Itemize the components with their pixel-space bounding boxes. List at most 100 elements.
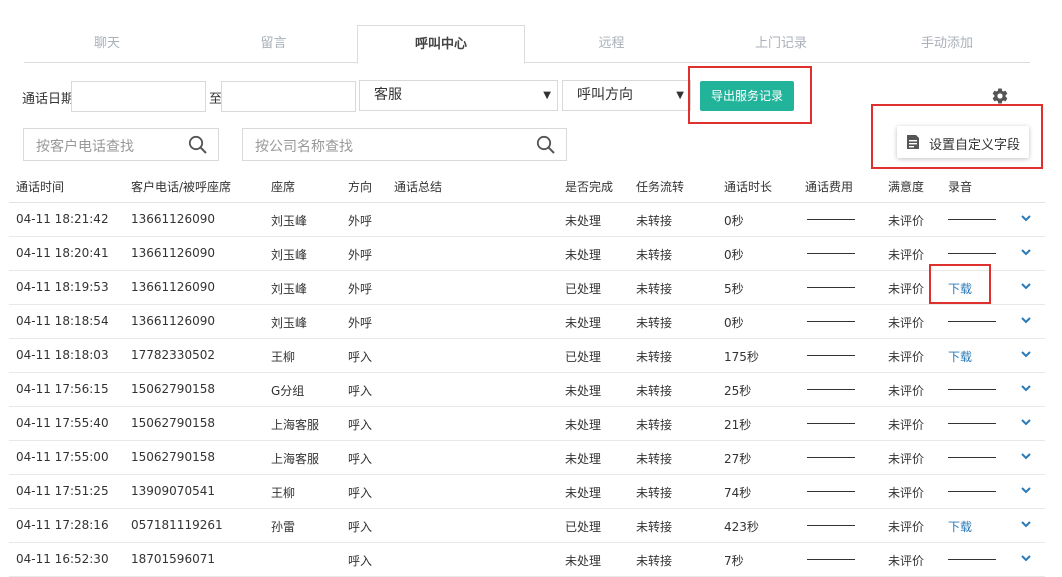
cell-direction: 呼入 [348, 452, 373, 466]
tab-label: 远程 [598, 36, 625, 51]
date-start-input[interactable] [71, 81, 206, 112]
cell-recording-empty [948, 321, 996, 322]
cell-rating: 未评价 [888, 384, 925, 398]
cell-cost-empty [807, 457, 855, 458]
column-header: 通话总结 [394, 180, 443, 194]
tab-manual-add[interactable]: 手动添加 [864, 25, 1030, 63]
cell-cost-empty [807, 525, 855, 526]
chevron-down-icon[interactable] [1020, 518, 1032, 530]
cell-phone: 18701596071 [131, 552, 215, 566]
table-row[interactable]: 04-11 17:28:16 057181119261 孙雷 呼入 已处理 未转接 423秒… [9, 509, 1045, 543]
cell-done: 未处理 [565, 418, 602, 432]
chevron-down-icon[interactable] [1020, 416, 1032, 428]
cell-duration: 0秒 [724, 316, 744, 330]
cell-transfer: 未转接 [636, 350, 673, 364]
search-icon[interactable] [536, 135, 556, 155]
table-row[interactable]: 04-11 18:20:41 13661126090 刘玉峰 外呼 未处理 未转接 0秒 未评… [9, 237, 1045, 271]
cell-agent: 刘玉峰 [271, 214, 308, 228]
direction-select[interactable]: 呼叫方向 ▼ [562, 80, 691, 111]
chevron-down-icon[interactable] [1020, 382, 1032, 394]
cell-done: 未处理 [565, 214, 602, 228]
cell-duration: 27秒 [724, 452, 752, 466]
search-placeholder: 按客户电话查找 [36, 139, 134, 155]
table-row[interactable]: 04-11 18:18:03 17782330502 王柳 呼入 已处理 未转接 175秒 未… [9, 339, 1045, 373]
cell-phone: 13661126090 [131, 212, 215, 226]
date-end-input[interactable] [221, 81, 356, 112]
highlight-box-custom-field [871, 104, 1043, 169]
column-header: 通话时间 [16, 180, 65, 194]
tab-onsite[interactable]: 上门记录 [698, 25, 864, 63]
chevron-down-icon[interactable] [1020, 280, 1032, 292]
cell-time: 04-11 17:28:16 [16, 518, 109, 532]
cell-rating: 未评价 [888, 214, 925, 228]
cell-time: 04-11 17:51:25 [16, 484, 109, 498]
cell-cost-empty [807, 423, 855, 424]
table-row[interactable]: 04-11 17:56:15 15062790158 G分组 呼入 未处理 未转接 25秒 未… [9, 373, 1045, 407]
cell-agent: 王柳 [271, 350, 296, 364]
company-name-search-input[interactable]: 按公司名称查找 [242, 128, 567, 161]
cell-rating: 未评价 [888, 248, 925, 262]
tab-message[interactable]: 留言 [190, 25, 357, 63]
chevron-down-icon[interactable] [1020, 348, 1032, 360]
table-row[interactable]: 04-11 18:19:53 13661126090 刘玉峰 外呼 已处理 未转接 5秒 未评… [9, 271, 1045, 305]
cell-transfer: 未转接 [636, 316, 673, 330]
caret-down-icon: ▼ [543, 90, 551, 101]
cell-rating: 未评价 [888, 520, 925, 534]
cell-done: 未处理 [565, 554, 602, 568]
cell-transfer: 未转接 [636, 554, 673, 568]
cell-done: 未处理 [565, 248, 602, 262]
direction-select-value: 呼叫方向 [577, 87, 633, 103]
chevron-down-icon[interactable] [1020, 314, 1032, 326]
table-row[interactable]: 04-11 17:55:00 15062790158 上海客服 呼入 未处理 未转接 27秒… [9, 441, 1045, 475]
download-link[interactable]: 下载 [948, 518, 972, 535]
customer-phone-search-input[interactable]: 按客户电话查找 [23, 128, 219, 161]
table-row[interactable]: 04-11 17:51:25 13909070541 王柳 呼入 未处理 未转接 74秒 未评… [9, 475, 1045, 509]
cell-done: 未处理 [565, 384, 602, 398]
cell-phone: 15062790158 [131, 416, 215, 430]
table-row[interactable]: 04-11 17:55:40 15062790158 上海客服 呼入 未处理 未转接 21秒… [9, 407, 1045, 441]
cell-phone: 13909070541 [131, 484, 215, 498]
tab-chat[interactable]: 聊天 [24, 25, 190, 63]
cell-done: 未处理 [565, 452, 602, 466]
chevron-down-icon[interactable] [1020, 450, 1032, 462]
cell-recording-empty [948, 253, 996, 254]
column-header: 方向 [348, 180, 373, 194]
table-row[interactable]: 04-11 16:52:30 18701596071 呼入 未处理 未转接 7秒 未评价 [9, 543, 1045, 577]
cell-rating: 未评价 [888, 554, 925, 568]
chevron-down-icon[interactable] [1020, 484, 1032, 496]
cell-duration: 5秒 [724, 282, 744, 296]
cell-rating: 未评价 [888, 282, 925, 296]
cell-duration: 74秒 [724, 486, 752, 500]
agent-select[interactable]: 客服 ▼ [359, 80, 558, 111]
cell-done: 已处理 [565, 282, 602, 296]
cell-direction: 外呼 [348, 316, 373, 330]
column-header: 录音 [948, 180, 973, 194]
table-row[interactable]: 04-11 18:21:42 13661126090 刘玉峰 外呼 未处理 未转接 0秒 未评… [9, 203, 1045, 237]
tab-remote[interactable]: 远程 [525, 25, 698, 63]
cell-time: 04-11 17:55:40 [16, 416, 109, 430]
search-icon[interactable] [188, 135, 208, 155]
tab-label: 手动添加 [920, 36, 973, 51]
download-link[interactable]: 下载 [948, 348, 972, 365]
chevron-down-icon[interactable] [1020, 212, 1032, 224]
cell-agent: G分组 [271, 384, 305, 398]
cell-direction: 呼入 [348, 554, 373, 568]
cell-direction: 外呼 [348, 214, 373, 228]
cell-direction: 呼入 [348, 520, 373, 534]
chevron-down-icon[interactable] [1020, 552, 1032, 564]
table-header: 通话时间 客户电话/被呼座席 座席 方向 通话总结 是否完成 任务流转 通话时长… [9, 170, 1045, 203]
cell-direction: 呼入 [348, 486, 373, 500]
table-row[interactable]: 04-11 18:18:54 13661126090 刘玉峰 外呼 未处理 未转接 0秒 未评… [9, 305, 1045, 339]
chevron-down-icon[interactable] [1020, 246, 1032, 258]
cell-transfer: 未转接 [636, 384, 673, 398]
gear-icon[interactable] [991, 87, 1009, 105]
cell-cost-empty [807, 355, 855, 356]
cell-recording-empty [948, 219, 996, 220]
cell-duration: 21秒 [724, 418, 752, 432]
cell-cost-empty [807, 559, 855, 560]
cell-rating: 未评价 [888, 452, 925, 466]
cell-rating: 未评价 [888, 418, 925, 432]
tab-call-center[interactable]: 呼叫中心 [357, 25, 525, 64]
cell-time: 04-11 16:52:30 [16, 552, 109, 566]
tab-label: 上门记录 [754, 36, 807, 51]
